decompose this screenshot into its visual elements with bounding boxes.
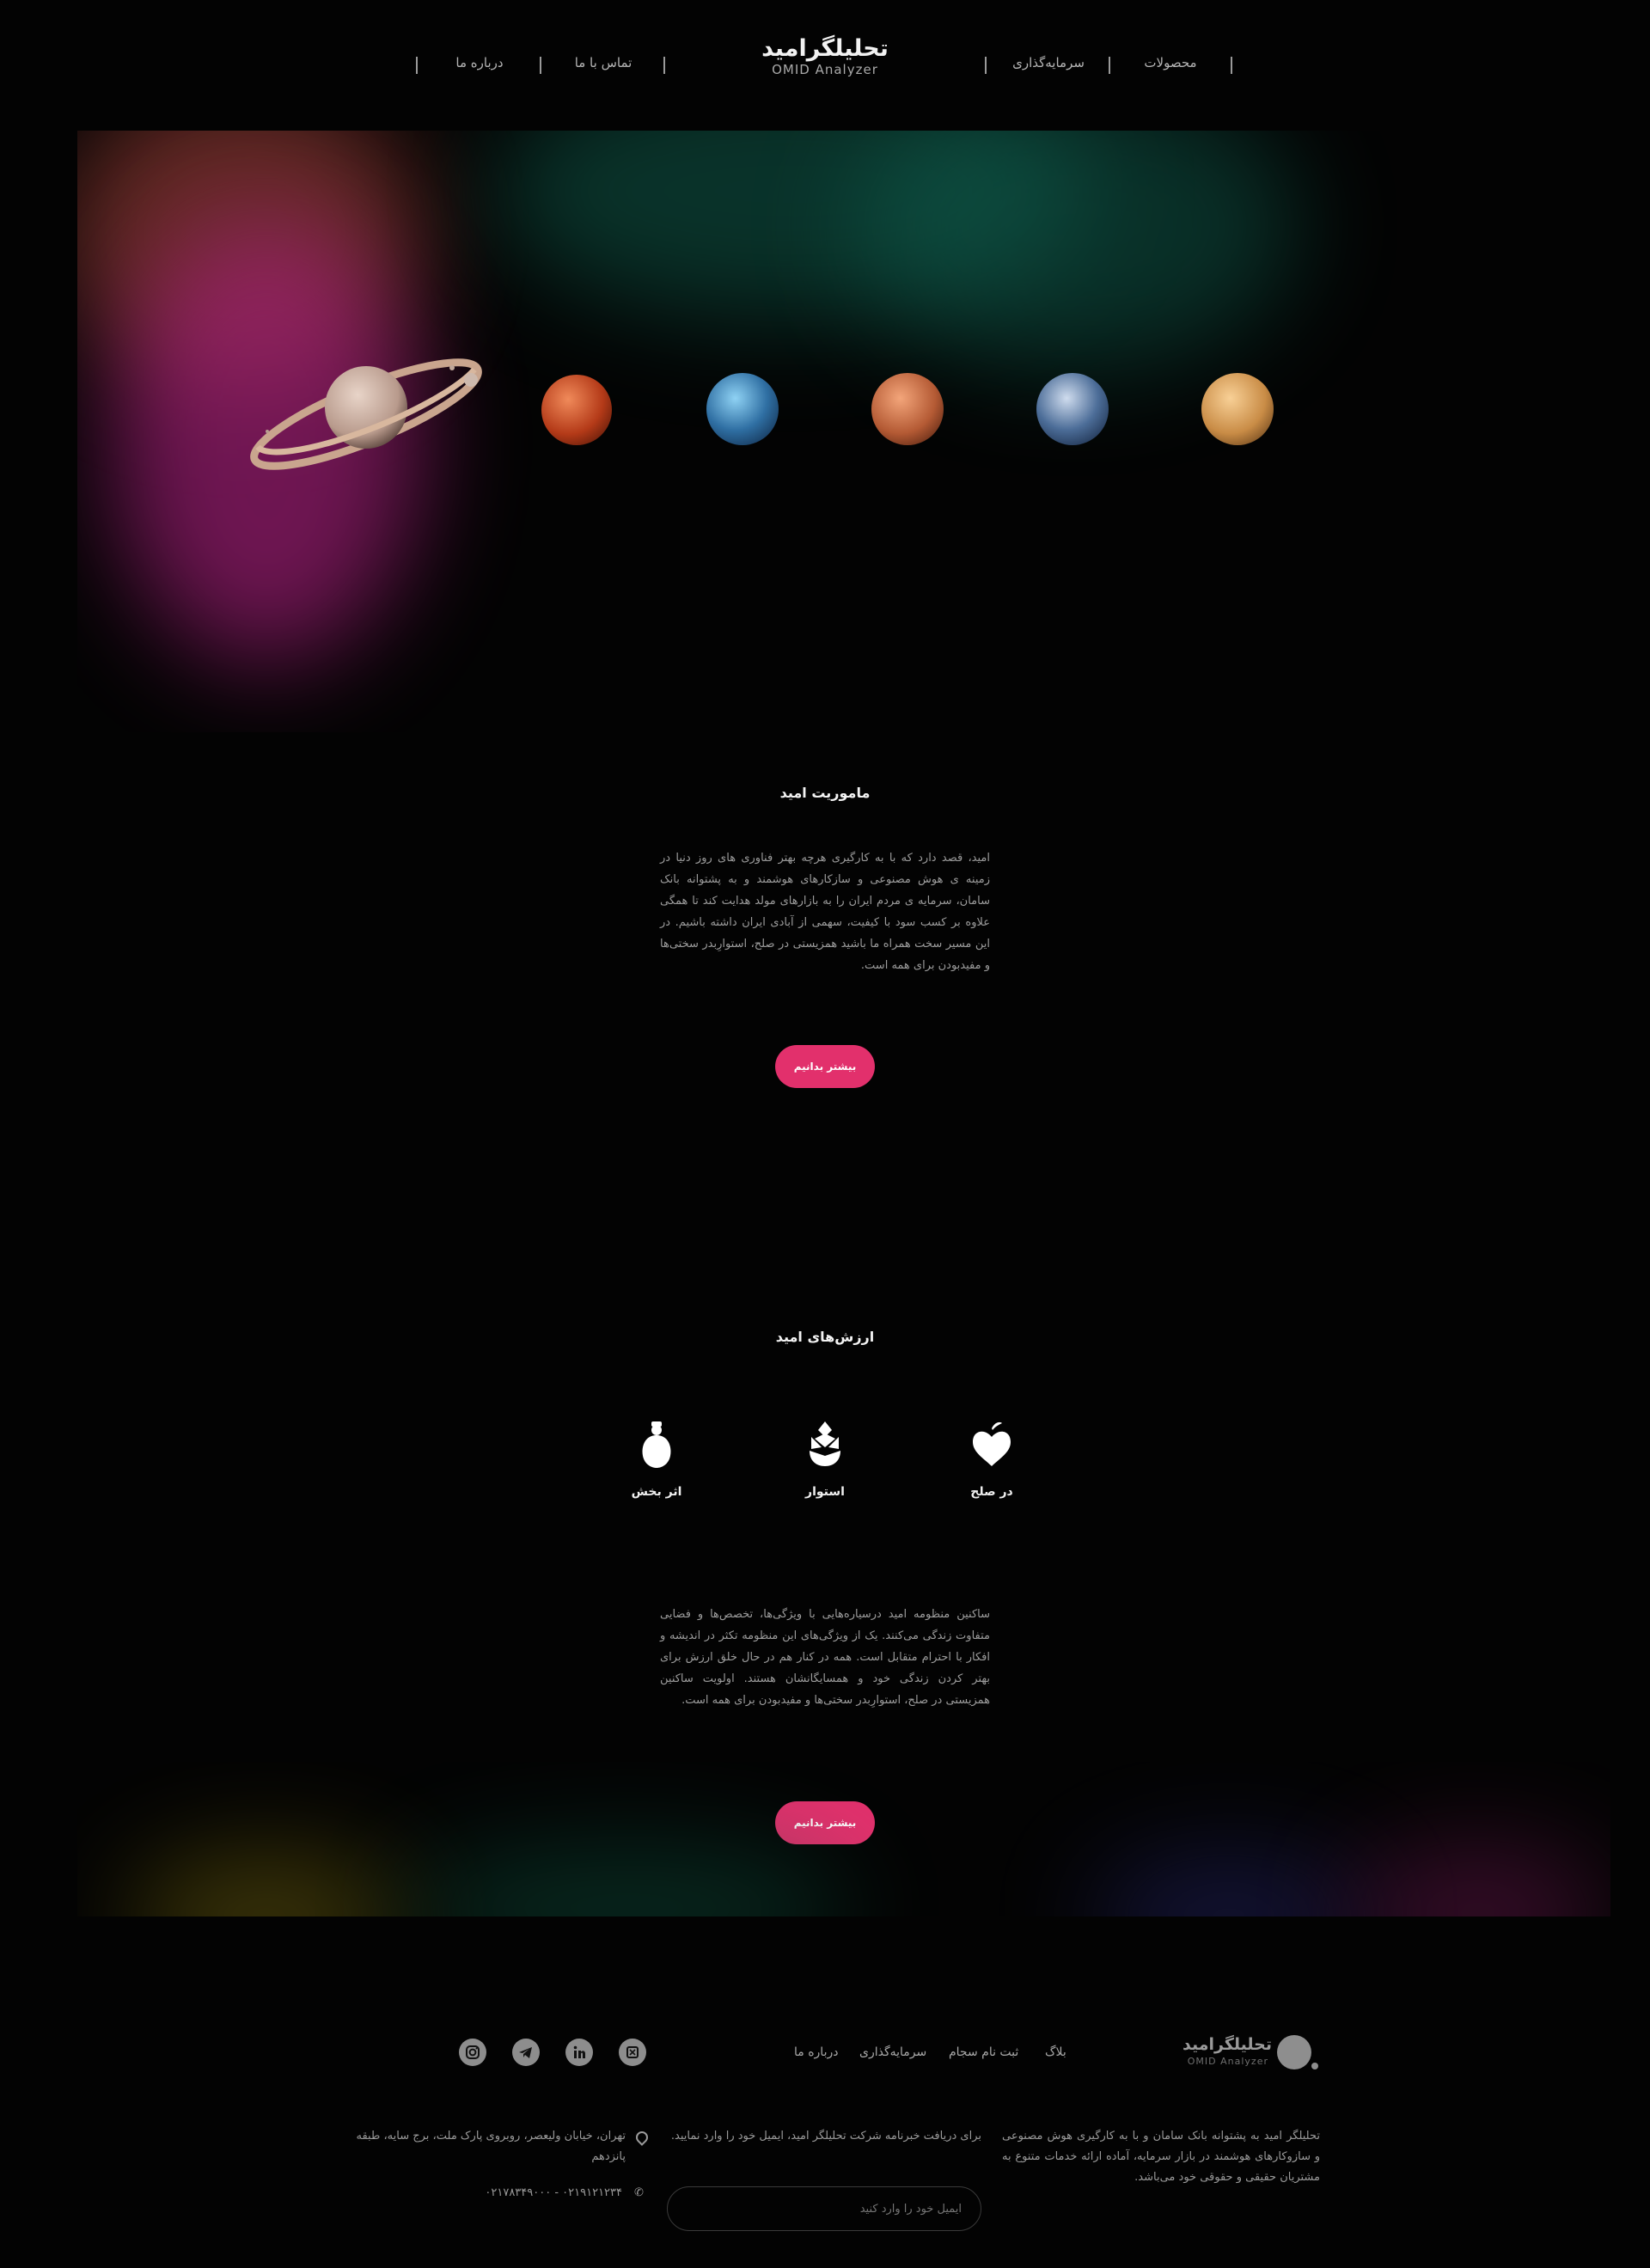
neptune-planet <box>706 373 779 445</box>
saturn-planet <box>250 358 482 470</box>
nav-separator <box>663 57 665 74</box>
footer-link-investment[interactable]: سرمایه‌گذاری <box>859 2045 926 2059</box>
values-body: ساکنین منظومه امید درسیاره‌هایی با ویژگی… <box>660 1608 990 1707</box>
band-glow-blue <box>1091 1856 1366 1916</box>
nav-separator <box>1109 57 1110 74</box>
logo-text-en: OMID Analyzer <box>772 62 878 77</box>
footer-logo[interactable]: تحلیلگرامید OMID Analyzer <box>1182 2033 1320 2071</box>
nav-about[interactable]: درباره ما <box>419 55 540 70</box>
nav-products[interactable]: محصولات <box>1110 55 1231 70</box>
mission-title: ماموریت امید <box>779 785 871 801</box>
footer-address: تهران، خیابان ولیعصر، روبروی پارک ملت، ب… <box>330 2126 646 2167</box>
band-glow-yellow <box>129 1856 404 1916</box>
value-steady-label: استوار <box>805 1485 845 1499</box>
site-logo[interactable]: تحلیلگرامید OMID Analyzer <box>756 35 894 78</box>
red-planet <box>871 373 944 445</box>
band-glow-green <box>404 1848 851 1916</box>
mission-body: امید، قصد دارد که با به کارگیری هرچه بهت… <box>660 852 990 972</box>
hero-glow-green <box>851 131 1298 371</box>
footer-logo-text-en: OMID Analyzer <box>1187 2056 1268 2067</box>
seed-icon <box>642 1421 671 1468</box>
instagram-icon[interactable] <box>459 2039 486 2066</box>
app-icon[interactable] <box>619 2039 646 2066</box>
telegram-icon[interactable] <box>512 2039 540 2066</box>
hero-planets <box>77 131 1610 732</box>
nav-separator <box>985 57 987 74</box>
values-title: ارزش‌های امید <box>775 1329 875 1345</box>
footer-newsletter-text: برای دریافت خبرنامه شرکت تحلیلگر امید، ا… <box>670 2130 981 2143</box>
footer-address-text: تهران، خیابان ولیعصر، روبروی پارک ملت، ب… <box>356 2130 626 2163</box>
mars-planet <box>541 375 612 445</box>
footer-phone: ۰۲۱۹۱۲۱۲۳۴ - ۰۲۱۷۸۳۴۹۰۰۰ <box>485 2186 622 2199</box>
logo-text-fa: تحلیلگرامید <box>761 35 889 62</box>
nav-separator <box>540 57 541 74</box>
apple-heart-icon <box>973 1421 1011 1466</box>
nav-contact[interactable]: تماس با ما <box>543 55 663 70</box>
footer-about-text: تحلیلگر امید به پشتوانه بانک سامان و با … <box>1002 2130 1320 2184</box>
value-effective-label: اثر بخش <box>631 1485 682 1499</box>
footer-link-sejam[interactable]: ثبت نام سجام <box>949 2045 1018 2059</box>
venus-planet <box>1201 373 1274 445</box>
bottom-glow-band <box>77 1762 1610 1916</box>
newsletter-email-input[interactable] <box>667 2186 981 2231</box>
phone-icon: ✆ <box>634 2186 644 2199</box>
footer-link-about[interactable]: درباره ما <box>794 2045 838 2059</box>
value-steady: استوار <box>765 1418 885 1499</box>
linkedin-icon[interactable] <box>565 2039 593 2066</box>
nav-investment[interactable]: سرمایه‌گذاری <box>988 55 1109 70</box>
value-peace-label: در صلح <box>970 1485 1013 1499</box>
nav-separator <box>416 57 418 74</box>
nav-separator <box>1231 57 1232 74</box>
footer-link-blog[interactable]: بلاگ <box>1045 2045 1066 2059</box>
mission-learn-more-button[interactable]: بیشتر بدانیم <box>775 1045 875 1088</box>
earth-planet <box>1036 373 1109 445</box>
footer-logo-text-fa: تحلیلگرامید <box>1182 2035 1272 2054</box>
footer-logo-dot <box>1311 2063 1318 2069</box>
band-glow-purple <box>1349 1848 1607 1916</box>
value-peace: در صلح <box>932 1418 1052 1499</box>
value-effective: اثر بخش <box>596 1418 717 1499</box>
pinecone-icon <box>810 1421 840 1466</box>
site-header: محصولات سرمایه‌گذاری تحلیلگرامید OMID An… <box>0 0 1650 129</box>
footer-logo-mark <box>1277 2035 1311 2069</box>
